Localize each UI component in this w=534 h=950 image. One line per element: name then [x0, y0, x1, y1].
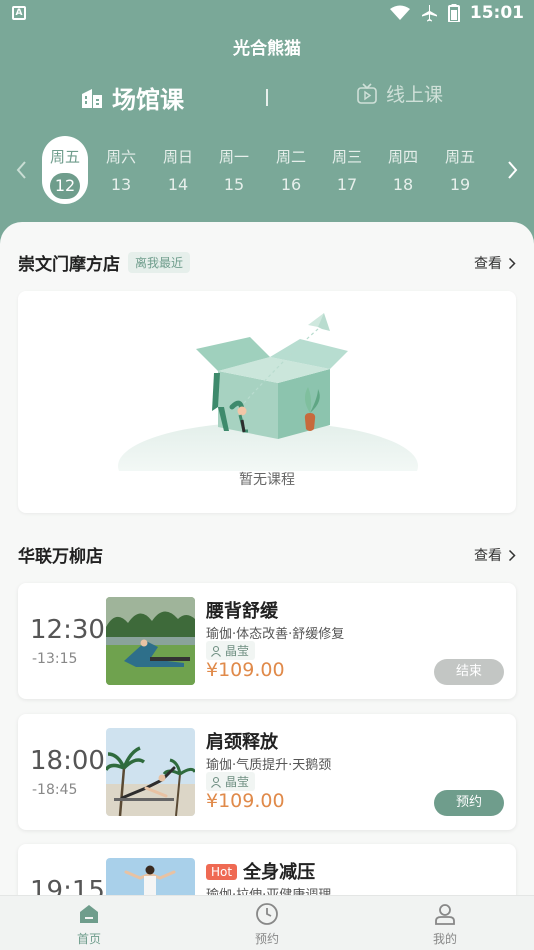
empty-state-text: 暂无课程: [239, 472, 295, 488]
empty-state-card: 暂无课程: [18, 291, 516, 513]
date-weekday: 周六: [105, 148, 136, 166]
date-weekday: 周一: [218, 148, 249, 166]
battery-icon: [447, 4, 460, 22]
bottom-tab-bar: 首页 预约 我的: [0, 895, 534, 950]
date-weekday: 周五: [444, 148, 475, 166]
date-item[interactable]: 周六 13: [98, 136, 144, 204]
class-end-time: -13:15: [32, 651, 78, 667]
date-day: 14: [167, 175, 189, 194]
mode-tabs: 场馆课 线上课: [0, 80, 534, 116]
class-card[interactable]: 12:30 -13:15 腰背舒缓 瑜伽·体态改善·舒缓修复 晶莹 ¥109.0…: [18, 583, 516, 699]
class-tags: 瑜伽·气质提升·天鹅颈: [206, 758, 332, 773]
tab-booking-label: 预约: [254, 932, 279, 946]
tab-divider: [266, 89, 268, 106]
class-title: Hot 全身减压: [206, 858, 315, 884]
store-view-label: 查看: [474, 256, 502, 272]
store-view-label: 查看: [474, 548, 502, 564]
tab-home-label: 首页: [76, 932, 101, 946]
coach-name: 晶莹: [225, 644, 250, 658]
date-item[interactable]: 周日 14: [155, 136, 201, 204]
coach-badge: 晶莹: [206, 641, 256, 660]
status-time: 15:01: [469, 3, 524, 23]
date-day: 12: [50, 173, 80, 199]
class-start-time: 12:30: [30, 615, 105, 645]
tab-venue-class-label: 场馆课: [112, 86, 184, 114]
date-day: 17: [336, 175, 358, 194]
date-item[interactable]: 周一 15: [211, 136, 257, 204]
class-card[interactable]: 19:15 Hot 全身减压 瑜伽·拉伸·亚健康调理: [18, 844, 516, 895]
tab-booking[interactable]: 预约: [227, 902, 307, 947]
chevron-right-icon: [508, 549, 516, 561]
date-item[interactable]: 周四 18: [380, 136, 426, 204]
chevron-right-icon: [508, 257, 516, 269]
chevron-right-icon[interactable]: [502, 158, 522, 182]
tab-home[interactable]: 首页: [49, 902, 129, 947]
class-tags: 瑜伽·体态改善·舒缓修复: [206, 627, 345, 642]
coach-badge: 晶莹: [206, 772, 256, 791]
class-end-time: -18:45: [32, 782, 78, 798]
user-icon: [435, 904, 455, 925]
content-panel: 崇文门摩方店 离我最近 查看 暂无课程 华联万柳店 查看 12:30 -13:1…: [0, 222, 534, 895]
date-day: 18: [392, 175, 414, 194]
class-title: 腰背舒缓: [206, 597, 278, 623]
class-tags: 瑜伽·拉伸·亚健康调理: [206, 884, 331, 895]
class-title-text: 腰背舒缓: [206, 601, 278, 622]
date-item[interactable]: 周三 17: [324, 136, 370, 204]
date-day: 16: [280, 175, 302, 194]
date-item[interactable]: 周五 19: [437, 136, 483, 204]
class-thumbnail: [106, 728, 195, 816]
date-day: 15: [223, 175, 245, 194]
tab-online-class-label: 线上课: [386, 84, 444, 106]
empty-box-illustration: [118, 313, 418, 471]
tab-venue-class[interactable]: 场馆课: [80, 80, 184, 115]
status-bar: A 15:01: [0, 0, 534, 28]
building-icon: [82, 88, 102, 108]
class-title-text: 肩颈释放: [206, 732, 278, 753]
store-view-link[interactable]: 查看: [474, 253, 516, 273]
status-notification-icon: A: [12, 6, 26, 20]
book-button[interactable]: 预约: [434, 790, 504, 816]
hot-badge: Hot: [206, 864, 238, 880]
date-selector: 周五 12 周六 13 周日 14 周一 15 周二 16 周三 17 周四 1…: [0, 136, 534, 206]
tab-mine-label: 我的: [432, 932, 457, 946]
date-item[interactable]: 周五 12: [42, 136, 88, 204]
app-title: 光合熊猫: [233, 39, 301, 59]
wifi-icon: [389, 5, 410, 20]
class-title: 肩颈释放: [206, 728, 278, 754]
clock-icon: [256, 903, 278, 925]
store-header: 华联万柳店 查看: [18, 539, 516, 569]
coach-name: 晶莹: [225, 775, 250, 789]
header: A 15:01 光合熊猫 场馆课 线上课 周五 12 周六 13 周日 14 周…: [0, 0, 534, 245]
date-weekday: 周日: [162, 148, 193, 166]
class-title-text: 全身减压: [243, 862, 316, 883]
tab-mine[interactable]: 我的: [405, 902, 485, 947]
date-weekday: 周四: [387, 148, 418, 166]
store-header: 崇文门摩方店 离我最近 查看: [18, 247, 516, 277]
store-name: 崇文门摩方店: [18, 254, 120, 275]
date-weekday: 周二: [275, 148, 306, 166]
nearest-badge: 离我最近: [128, 251, 191, 273]
class-ended-button[interactable]: 结束: [434, 659, 504, 685]
class-price: ¥109.00: [206, 659, 285, 681]
class-card[interactable]: 18:00 -18:45 肩颈释放 瑜伽·气质提升·天鹅颈 晶莹 ¥109.00…: [18, 714, 516, 830]
date-day: 13: [110, 175, 132, 194]
tab-online-class[interactable]: 线上课: [356, 80, 443, 107]
airplane-icon: [421, 5, 437, 22]
date-day: 19: [449, 175, 471, 194]
class-start-time: 19:15: [30, 876, 105, 895]
user-icon: [211, 776, 221, 788]
date-weekday: 周三: [331, 148, 362, 166]
class-thumbnail: [106, 858, 195, 895]
store-name: 华联万柳店: [18, 546, 103, 567]
user-icon: [211, 645, 221, 657]
class-start-time: 18:00: [30, 746, 105, 776]
store-view-link[interactable]: 查看: [474, 545, 516, 565]
home-icon: [80, 905, 98, 923]
date-weekday: 周五: [49, 148, 80, 166]
class-thumbnail: [106, 597, 195, 685]
class-price: ¥109.00: [206, 790, 285, 812]
chevron-left-icon[interactable]: [12, 158, 32, 182]
tv-play-icon: [357, 82, 377, 104]
date-item[interactable]: 周二 16: [268, 136, 314, 204]
